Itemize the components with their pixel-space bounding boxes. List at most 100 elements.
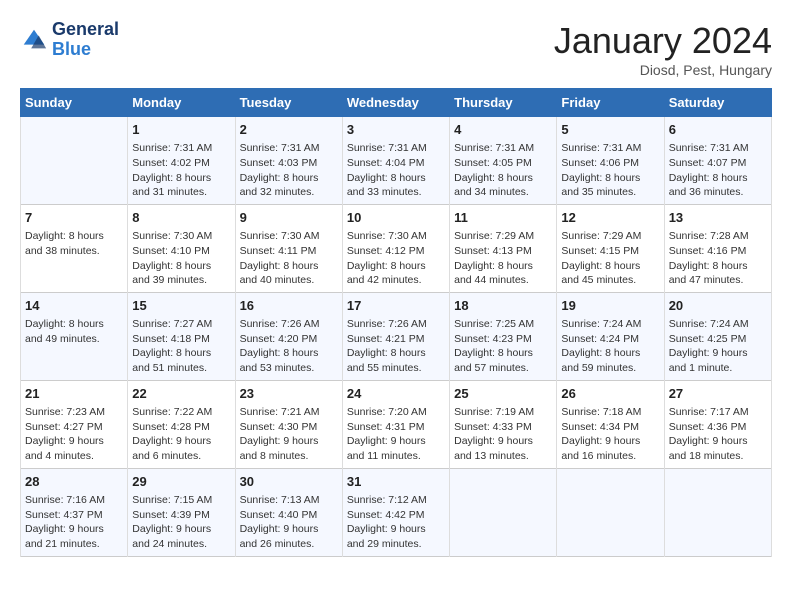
calendar-cell: 7 Daylight: 8 hours and 38 minutes. (21, 204, 128, 292)
day-number: 3 (347, 121, 445, 139)
weekday-header-saturday: Saturday (664, 89, 771, 117)
calendar-cell: 13 Sunrise: 7:28 AM Sunset: 4:16 PM Dayli… (664, 204, 771, 292)
day-info: Sunrise: 7:13 AM Sunset: 4:40 PM Dayligh… (240, 493, 338, 552)
calendar-cell: 27Sunrise: 7:17 AM Sunset: 4:36 PM Dayli… (664, 380, 771, 468)
day-info: Sunrise: 7:31 AM Sunset: 4:03 PM Dayligh… (240, 141, 338, 200)
day-info: Sunrise: 7:31 AM Sunset: 4:04 PM Dayligh… (347, 141, 445, 200)
day-number: 12 (561, 209, 659, 227)
day-number: 19 (561, 297, 659, 315)
day-info: Sunrise: 7:29 AM Sunset: 4:15 PM Dayligh… (561, 229, 659, 288)
calendar-table: SundayMondayTuesdayWednesdayThursdayFrid… (20, 88, 772, 557)
day-number: 28 (25, 473, 123, 491)
calendar-cell: 23Sunrise: 7:21 AM Sunset: 4:30 PM Dayli… (235, 380, 342, 468)
day-info: Daylight: 8 hours and 38 minutes. (25, 229, 123, 258)
day-number: 18 (454, 297, 552, 315)
calendar-cell: 12 Sunrise: 7:29 AM Sunset: 4:15 PM Dayli… (557, 204, 664, 292)
calendar-week-5: 28 Sunrise: 7:16 AM Sunset: 4:37 PM Dayli… (21, 468, 772, 556)
day-info: Sunrise: 7:27 AM Sunset: 4:18 PM Dayligh… (132, 317, 230, 376)
calendar-cell: 9 Sunrise: 7:30 AM Sunset: 4:11 PM Daylig… (235, 204, 342, 292)
day-info: Sunrise: 7:26 AM Sunset: 4:21 PM Dayligh… (347, 317, 445, 376)
day-number: 24 (347, 385, 445, 403)
calendar-week-3: 14Daylight: 8 hours and 49 minutes.15Sun… (21, 292, 772, 380)
day-number: 13 (669, 209, 767, 227)
calendar-cell: 28 Sunrise: 7:16 AM Sunset: 4:37 PM Dayli… (21, 468, 128, 556)
calendar-cell: 11 Sunrise: 7:29 AM Sunset: 4:13 PM Dayli… (450, 204, 557, 292)
day-number: 11 (454, 209, 552, 227)
calendar-cell (557, 468, 664, 556)
calendar-cell: 30 Sunrise: 7:13 AM Sunset: 4:40 PM Dayli… (235, 468, 342, 556)
weekday-header-sunday: Sunday (21, 89, 128, 117)
day-info: Sunrise: 7:18 AM Sunset: 4:34 PM Dayligh… (561, 405, 659, 464)
weekday-header-thursday: Thursday (450, 89, 557, 117)
calendar-cell (664, 468, 771, 556)
calendar-cell: 18 Sunrise: 7:25 AM Sunset: 4:23 PM Dayli… (450, 292, 557, 380)
day-info: Sunrise: 7:23 AM Sunset: 4:27 PM Dayligh… (25, 405, 123, 464)
day-number: 1 (132, 121, 230, 139)
weekday-header-tuesday: Tuesday (235, 89, 342, 117)
calendar-cell: 14Daylight: 8 hours and 49 minutes. (21, 292, 128, 380)
calendar-week-1: 1Sunrise: 7:31 AM Sunset: 4:02 PM Daylig… (21, 117, 772, 205)
calendar-cell: 5Sunrise: 7:31 AM Sunset: 4:06 PM Daylig… (557, 117, 664, 205)
day-info: Sunrise: 7:31 AM Sunset: 4:06 PM Dayligh… (561, 141, 659, 200)
day-info: Sunrise: 7:25 AM Sunset: 4:23 PM Dayligh… (454, 317, 552, 376)
day-info: Sunrise: 7:31 AM Sunset: 4:05 PM Dayligh… (454, 141, 552, 200)
weekday-header-wednesday: Wednesday (342, 89, 449, 117)
day-number: 8 (132, 209, 230, 227)
calendar-cell: 31 Sunrise: 7:12 AM Sunset: 4:42 PM Dayli… (342, 468, 449, 556)
calendar-cell: 26 Sunrise: 7:18 AM Sunset: 4:34 PM Dayli… (557, 380, 664, 468)
day-number: 25 (454, 385, 552, 403)
calendar-cell (21, 117, 128, 205)
calendar-cell: 10 Sunrise: 7:30 AM Sunset: 4:12 PM Dayli… (342, 204, 449, 292)
day-number: 10 (347, 209, 445, 227)
day-info: Sunrise: 7:30 AM Sunset: 4:10 PM Dayligh… (132, 229, 230, 288)
calendar-cell: 1Sunrise: 7:31 AM Sunset: 4:02 PM Daylig… (128, 117, 235, 205)
logo: General Blue (20, 20, 119, 60)
calendar-week-2: 7 Daylight: 8 hours and 38 minutes. 8 Sunri… (21, 204, 772, 292)
title-block: January 2024 Diosd, Pest, Hungary (554, 20, 772, 78)
day-info: Sunrise: 7:22 AM Sunset: 4:28 PM Dayligh… (132, 405, 230, 464)
day-info: Sunrise: 7:29 AM Sunset: 4:13 PM Dayligh… (454, 229, 552, 288)
calendar-cell (450, 468, 557, 556)
day-number: 22 (132, 385, 230, 403)
day-info: Sunrise: 7:30 AM Sunset: 4:11 PM Dayligh… (240, 229, 338, 288)
location-title: Diosd, Pest, Hungary (554, 62, 772, 78)
day-number: 4 (454, 121, 552, 139)
day-number: 26 (561, 385, 659, 403)
calendar-cell: 8 Sunrise: 7:30 AM Sunset: 4:10 PM Daylig… (128, 204, 235, 292)
calendar-cell: 17Sunrise: 7:26 AM Sunset: 4:21 PM Dayli… (342, 292, 449, 380)
calendar-week-4: 21 Sunrise: 7:23 AM Sunset: 4:27 PM Dayli… (21, 380, 772, 468)
day-number: 21 (25, 385, 123, 403)
month-title: January 2024 (554, 20, 772, 62)
weekday-header-monday: Monday (128, 89, 235, 117)
day-number: 9 (240, 209, 338, 227)
day-number: 31 (347, 473, 445, 491)
day-info: Sunrise: 7:17 AM Sunset: 4:36 PM Dayligh… (669, 405, 767, 464)
day-number: 29 (132, 473, 230, 491)
calendar-cell: 22 Sunrise: 7:22 AM Sunset: 4:28 PM Dayli… (128, 380, 235, 468)
day-info: Sunrise: 7:21 AM Sunset: 4:30 PM Dayligh… (240, 405, 338, 464)
calendar-cell: 20Sunrise: 7:24 AM Sunset: 4:25 PM Dayli… (664, 292, 771, 380)
day-number: 2 (240, 121, 338, 139)
calendar-cell: 4 Sunrise: 7:31 AM Sunset: 4:05 PM Daylig… (450, 117, 557, 205)
calendar-cell: 19 Sunrise: 7:24 AM Sunset: 4:24 PM Dayli… (557, 292, 664, 380)
calendar-cell: 21 Sunrise: 7:23 AM Sunset: 4:27 PM Dayli… (21, 380, 128, 468)
weekday-header-friday: Friday (557, 89, 664, 117)
calendar-cell: 3 Sunrise: 7:31 AM Sunset: 4:04 PM Daylig… (342, 117, 449, 205)
page-header: General Blue January 2024 Diosd, Pest, H… (20, 20, 772, 78)
day-info: Sunrise: 7:16 AM Sunset: 4:37 PM Dayligh… (25, 493, 123, 552)
day-info: Sunrise: 7:24 AM Sunset: 4:24 PM Dayligh… (561, 317, 659, 376)
day-info: Sunrise: 7:24 AM Sunset: 4:25 PM Dayligh… (669, 317, 767, 376)
day-info: Sunrise: 7:12 AM Sunset: 4:42 PM Dayligh… (347, 493, 445, 552)
day-number: 16 (240, 297, 338, 315)
logo-text: General Blue (52, 20, 119, 60)
day-info: Sunrise: 7:31 AM Sunset: 4:07 PM Dayligh… (669, 141, 767, 200)
calendar-cell: 25 Sunrise: 7:19 AM Sunset: 4:33 PM Dayli… (450, 380, 557, 468)
day-number: 30 (240, 473, 338, 491)
calendar-cell: 15Sunrise: 7:27 AM Sunset: 4:18 PM Dayli… (128, 292, 235, 380)
day-number: 7 (25, 209, 123, 227)
day-info: Sunrise: 7:19 AM Sunset: 4:33 PM Dayligh… (454, 405, 552, 464)
day-number: 14 (25, 297, 123, 315)
calendar-cell: 6Sunrise: 7:31 AM Sunset: 4:07 PM Daylig… (664, 117, 771, 205)
day-info: Sunrise: 7:30 AM Sunset: 4:12 PM Dayligh… (347, 229, 445, 288)
day-info: Sunrise: 7:28 AM Sunset: 4:16 PM Dayligh… (669, 229, 767, 288)
